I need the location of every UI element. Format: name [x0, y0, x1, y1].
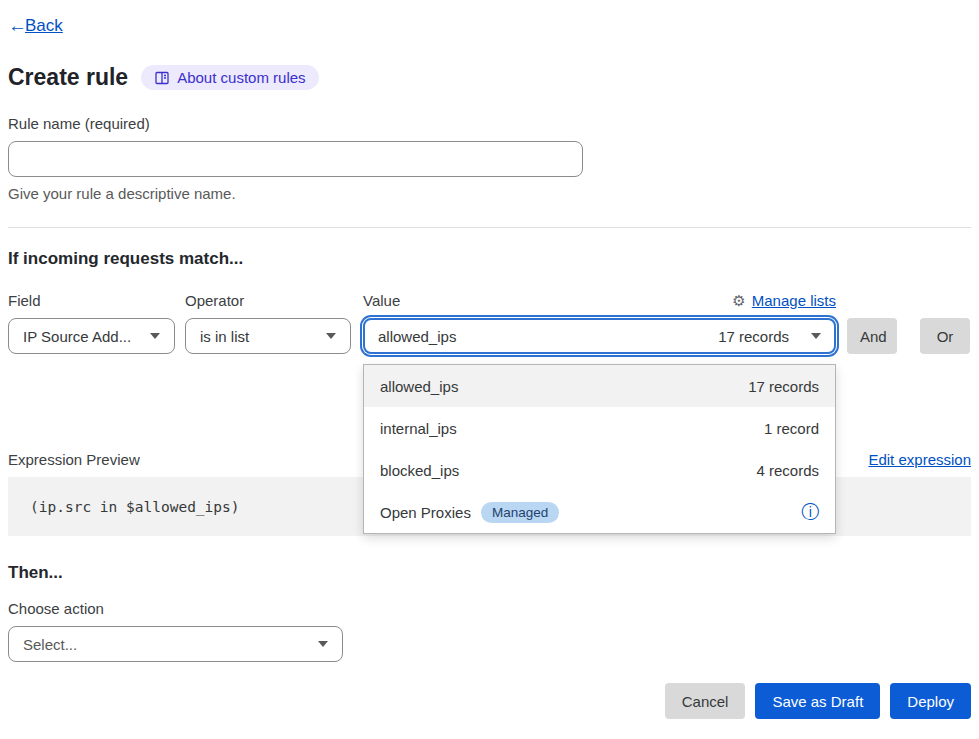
expression-code: (ip.src in $allowed_ips)	[30, 499, 240, 515]
expression-preview-label: Expression Preview	[8, 451, 140, 468]
cancel-button[interactable]: Cancel	[665, 683, 746, 719]
info-icon[interactable]: ⓘ	[801, 503, 819, 521]
about-custom-rules-link[interactable]: About custom rules	[141, 65, 318, 90]
value-selected: allowed_ips	[378, 328, 456, 345]
back-label: Back	[25, 16, 63, 36]
divider	[8, 227, 971, 228]
dropdown-item-internal-ips[interactable]: internal_ips 1 record	[364, 407, 835, 449]
action-placeholder: Select...	[23, 636, 77, 653]
rule-name-label: Rule name (required)	[8, 115, 971, 132]
operator-label: Operator	[185, 292, 351, 309]
then-heading: Then...	[8, 563, 971, 583]
action-select[interactable]: Select...	[8, 626, 343, 662]
operator-column: Operator is in list	[185, 292, 351, 354]
dropdown-item-blocked-ips[interactable]: blocked_ips 4 records	[364, 449, 835, 491]
value-selected-meta: 17 records	[718, 328, 789, 345]
value-label: Value	[363, 292, 400, 309]
dropdown-item-open-proxies[interactable]: Open Proxies Managed ⓘ	[364, 491, 835, 533]
edit-expression-link[interactable]: Edit expression	[868, 451, 971, 468]
operator-select[interactable]: is in list	[185, 318, 351, 354]
or-button[interactable]: Or	[920, 318, 970, 354]
rule-name-input[interactable]	[8, 141, 583, 177]
book-icon	[154, 70, 170, 86]
field-select[interactable]: IP Source Add...	[8, 318, 175, 354]
field-column: Field IP Source Add...	[8, 292, 175, 354]
choose-action-label: Choose action	[8, 600, 971, 617]
value-select[interactable]: allowed_ips 17 records	[363, 318, 836, 354]
chevron-down-icon	[326, 333, 336, 339]
match-heading: If incoming requests match...	[8, 249, 971, 269]
value-dropdown: allowed_ips 17 records internal_ips 1 re…	[363, 364, 836, 534]
rule-name-help: Give your rule a descriptive name.	[8, 185, 971, 202]
field-value: IP Source Add...	[23, 328, 131, 345]
operator-value: is in list	[200, 328, 249, 345]
value-column: Value ⚙Manage lists allowed_ips 17 recor…	[363, 292, 836, 354]
dropdown-item-allowed-ips[interactable]: allowed_ips 17 records	[364, 365, 835, 407]
save-as-draft-button[interactable]: Save as Draft	[755, 683, 880, 719]
deploy-button[interactable]: Deploy	[890, 683, 971, 719]
title-row: Create rule About custom rules	[8, 64, 971, 91]
manage-lists-link[interactable]: ⚙Manage lists	[732, 292, 836, 309]
back-link[interactable]: ←Back	[8, 15, 63, 37]
gear-icon: ⚙	[732, 293, 745, 308]
chevron-down-icon	[150, 333, 160, 339]
about-label: About custom rules	[177, 69, 305, 86]
chevron-down-icon	[318, 641, 328, 647]
managed-badge: Managed	[481, 502, 559, 523]
create-rule-page: ←Back Create rule About custom rules Rul…	[0, 0, 979, 719]
footer-buttons: Cancel Save as Draft Deploy	[8, 683, 971, 719]
and-button[interactable]: And	[847, 318, 897, 354]
page-title: Create rule	[8, 64, 128, 91]
match-row: Field IP Source Add... Operator is in li…	[8, 292, 971, 354]
field-label: Field	[8, 292, 175, 309]
chevron-down-icon	[811, 333, 821, 339]
